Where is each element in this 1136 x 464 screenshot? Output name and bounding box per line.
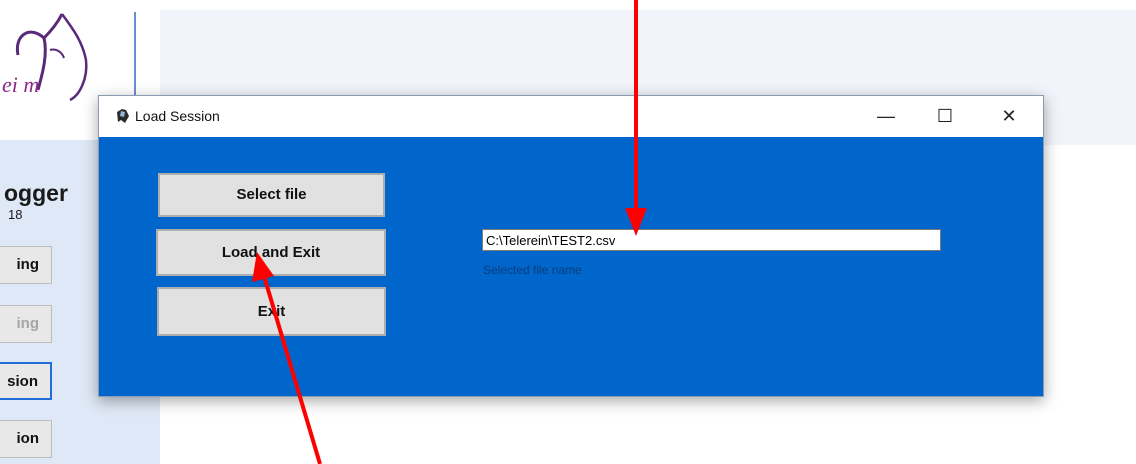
- sidebar-button-3[interactable]: sion: [0, 362, 52, 400]
- maximize-button[interactable]: ☐: [925, 102, 965, 130]
- app-window-icon: [117, 109, 129, 123]
- logo-icon: ei m: [2, 13, 88, 102]
- load-session-dialog: Load Session — ☐ ✕ Select file Load and …: [98, 95, 1044, 397]
- sidebar-button-1[interactable]: ing: [0, 246, 52, 284]
- close-button[interactable]: ✕: [989, 102, 1029, 130]
- sidebar-button-4[interactable]: ion: [0, 420, 52, 458]
- svg-text:ei m: ei m: [2, 72, 39, 97]
- load-and-exit-button[interactable]: Load and Exit: [156, 229, 386, 276]
- dialog-title: Load Session: [135, 108, 220, 124]
- dialog-client-area: Select file Load and Exit Exit Selected …: [99, 137, 1043, 396]
- file-path-input[interactable]: [482, 229, 941, 251]
- sidebar-button-2[interactable]: ing: [0, 305, 52, 343]
- app-version: 18: [8, 207, 23, 222]
- dialog-titlebar[interactable]: Load Session — ☐ ✕: [99, 96, 1043, 137]
- select-file-button[interactable]: Select file: [158, 173, 385, 217]
- exit-button[interactable]: Exit: [157, 287, 386, 336]
- app-title: ogger: [4, 180, 68, 206]
- file-name-label: Selected file name: [483, 263, 582, 277]
- minimize-button[interactable]: —: [866, 102, 906, 130]
